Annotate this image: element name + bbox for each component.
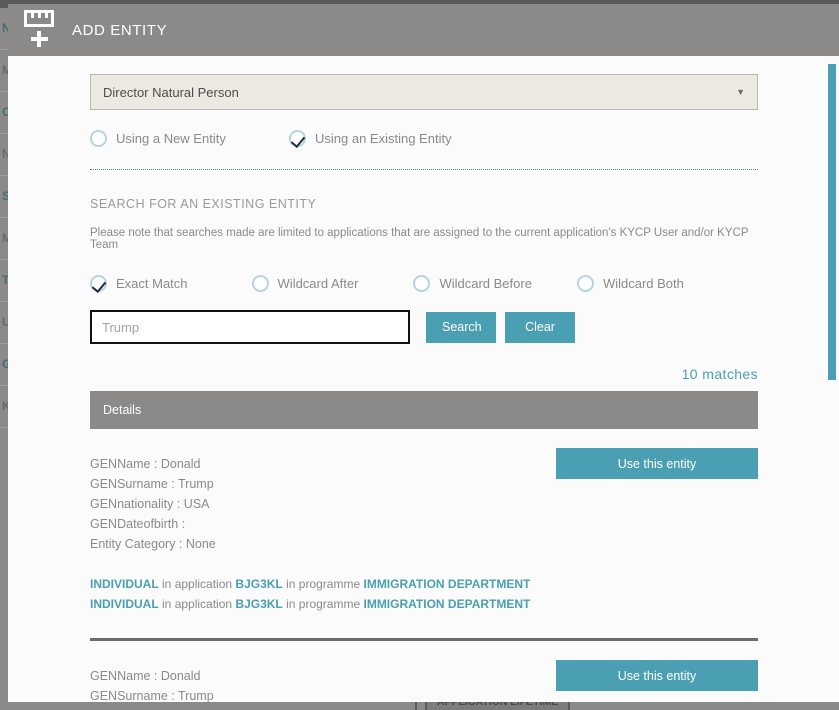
use-this-entity-button[interactable]: Use this entity [556,448,758,479]
radio-circle-icon [90,130,107,147]
radio-label: Exact Match [116,276,188,291]
radio-check-icon [289,130,306,147]
modal-scrollbar[interactable] [828,56,836,702]
modal-title: ADD ENTITY [72,21,168,39]
radio-circle-icon [251,275,269,292]
result-field: GENnationality : USA [90,497,210,511]
use-this-entity-button[interactable]: Use this entity [556,660,758,691]
radio-circle-icon [413,275,431,292]
add-entity-modal: ADD ENTITY Director Natural Person ▼ Usi… [8,4,839,702]
search-section-title: SEARCH FOR AN EXISTING ENTITY [90,197,317,211]
chevron-down-icon: ▼ [736,87,745,97]
entity-type-select-value: Director Natural Person [103,84,239,100]
radio-circle-icon [576,275,594,292]
entity-type-link[interactable]: INDIVIDUAL [90,577,159,591]
radio-label: Using a New Entity [116,131,226,146]
radio-wildcard-after[interactable]: Wildcard After [251,275,359,292]
result-link-line[interactable]: INDIVIDUAL in application BJG3KL in prog… [90,574,758,594]
modal-header: ADD ENTITY [8,4,839,56]
match-type-radio-group: Exact Match Wildcard After Wildcard Befo… [90,275,758,292]
radio-label: Wildcard Before [439,276,532,291]
result-field: GENDateofbirth : [90,517,186,531]
entity-add-icon [22,10,56,50]
results-details-header-label: Details [103,403,142,417]
results-details-header: Details [90,391,758,429]
result-link-line[interactable]: INDIVIDUAL in application BJG3KL in prog… [90,594,758,614]
entity-type-link[interactable]: INDIVIDUAL [90,597,159,611]
radio-label: Using an Existing Entity [315,131,452,146]
divider [90,169,758,170]
radio-check-icon [90,275,107,292]
result-item: GENName : Donald GENSurname : Trump GENn… [90,429,758,641]
search-button[interactable]: Search [426,311,496,343]
radio-wildcard-before[interactable]: Wildcard Before [413,275,532,292]
modal-scrollbar-thumb[interactable] [828,64,836,380]
radio-using-new-entity[interactable]: Using a New Entity [90,130,289,147]
result-item: GENName : Donald GENSurname : Trump Use … [90,641,758,702]
result-field: Entity Category : None [90,537,216,551]
radio-using-existing-entity[interactable]: Using an Existing Entity [289,130,452,147]
application-link[interactable]: BJG3KL [235,597,282,611]
result-links: INDIVIDUAL in application BJG3KL in prog… [90,574,758,614]
radio-exact-match[interactable]: Exact Match [90,275,188,292]
radio-wildcard-both[interactable]: Wildcard Both [576,275,684,292]
modal-body: Director Natural Person ▼ Using a New En… [8,56,839,702]
programme-link[interactable]: IMMIGRATION DEPARTMENT [363,597,530,611]
link-text: in programme [286,577,361,591]
search-row: Search Clear [90,310,758,344]
matches-count: 10 matches [681,366,758,382]
search-section-note: Please note that searches made are limit… [90,227,749,251]
radio-label: Wildcard After [277,276,359,291]
programme-link[interactable]: IMMIGRATION DEPARTMENT [363,577,530,591]
application-link[interactable]: BJG3KL [235,577,282,591]
search-input[interactable] [90,310,410,344]
entity-type-select[interactable]: Director Natural Person ▼ [90,74,758,110]
entity-mode-radio-group: Using a New Entity Using an Existing Ent… [90,130,758,147]
link-text: in application [162,577,233,591]
link-text: in application [162,597,233,611]
link-text: in programme [286,597,361,611]
clear-button[interactable]: Clear [505,311,575,343]
radio-label: Wildcard Both [602,276,684,291]
